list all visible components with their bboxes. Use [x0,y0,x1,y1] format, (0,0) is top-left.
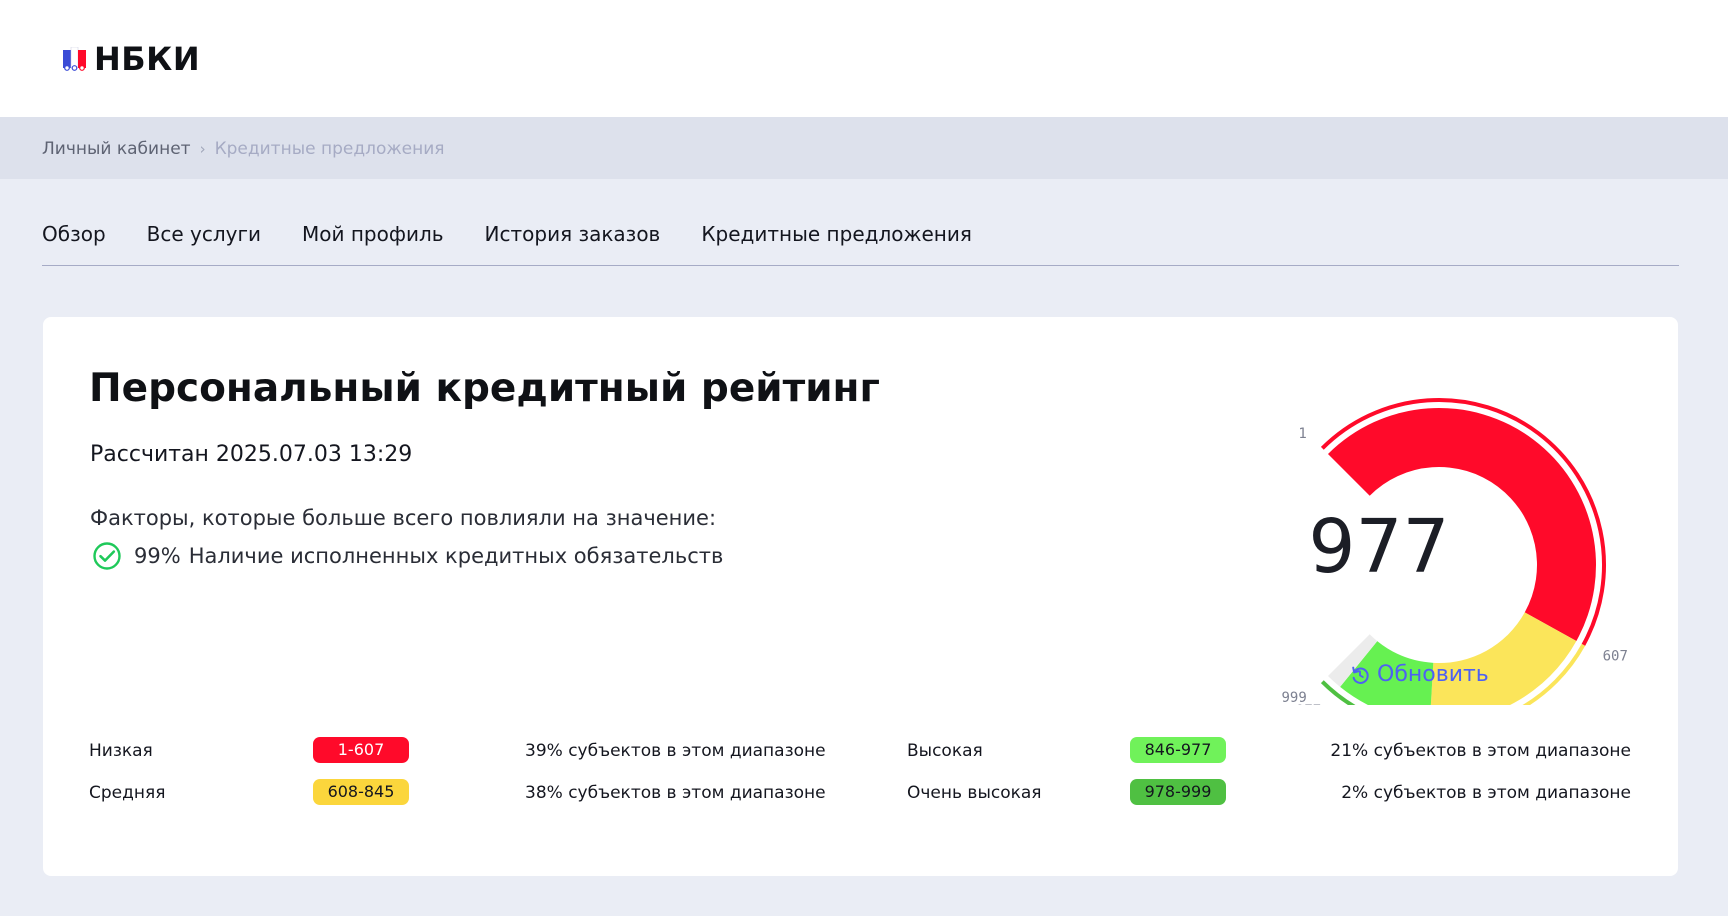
refresh-icon [1352,666,1369,684]
gauge-tick-min: 1 [1298,426,1306,442]
calculated-date: Рассчитан 2025.07.03 13:29 [90,442,412,467]
legend-range-medium: 608-845 [313,779,409,805]
factor-text: Наличие исполненных кредитных обязательс… [188,544,724,568]
breadcrumb-current: Кредитные предложения [214,139,445,159]
tab-bar-divider [42,265,1679,266]
credit-rating-card: Персональный кредитный рейтинг Рассчитан… [43,317,1678,876]
tab-my-profile[interactable]: Мой профиль [302,222,444,246]
tab-overview[interactable]: Обзор [42,222,106,246]
legend-name-medium: Средняя [89,783,166,803]
calculated-timestamp: 2025.07.03 13:29 [215,442,413,467]
calculated-label: Рассчитан [90,442,209,467]
check-circle-icon [93,542,121,570]
page-title: Персональный кредитный рейтинг [89,366,880,411]
tab-bar: Обзор Все услуги Мой профиль История зак… [42,222,1013,246]
legend-range-very-high: 978-999 [1130,779,1226,805]
factor-percent: 99% [134,544,181,568]
factor-item: 99% Наличие исполненных кредитных обязат… [92,541,723,571]
tab-order-history[interactable]: История заказов [485,222,661,246]
legend-share-high: 21% субъектов в этом диапазоне [1330,741,1631,761]
legend-range-low: 1-607 [313,737,409,763]
refresh-label: Обновить [1377,662,1489,687]
refresh-button[interactable]: Обновить [1349,662,1489,687]
legend-name-high: Высокая [907,741,983,761]
breadcrumb: Личный кабинет › Кредитные предложения [0,117,1728,179]
credit-score-value: 977 [1308,504,1450,590]
top-header: НБКИ [0,0,1728,117]
gauge-tick-607: 607 [1603,649,1628,665]
tab-credit-offers[interactable]: Кредитные предложения [701,222,972,246]
legend-range-high: 846-977 [1130,737,1226,763]
brand-logo[interactable]: НБКИ [63,40,200,78]
gauge-tick-max: 999 [1281,690,1306,705]
legend-share-very-high: 2% субъектов в этом диапазоне [1341,783,1631,803]
brand-name: НБКИ [94,40,201,78]
legend-share-medium: 38% субъектов в этом диапазоне [525,783,826,803]
factors-heading: Факторы, которые больше всего повлияли н… [90,506,717,530]
legend-name-low: Низкая [89,741,153,761]
tab-all-services[interactable]: Все услуги [147,222,261,246]
breadcrumb-home-link[interactable]: Личный кабинет [42,139,191,159]
legend-share-low: 39% субъектов в этом диапазоне [525,741,826,761]
legend-name-very-high: Очень высокая [907,783,1042,803]
breadcrumb-separator-icon: › [199,140,206,158]
logo-icon [63,47,86,71]
